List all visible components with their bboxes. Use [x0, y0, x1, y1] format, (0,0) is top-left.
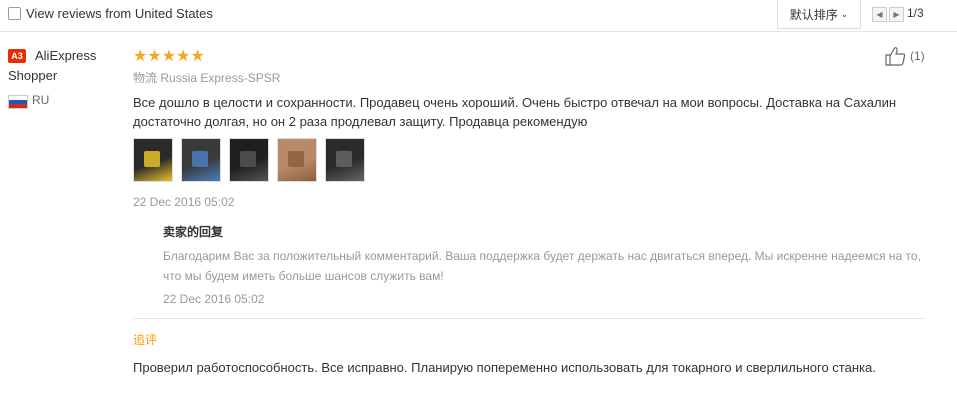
review-photo-thumbnail[interactable] [133, 138, 173, 182]
chevron-down-icon: ⌄ [840, 8, 849, 19]
review-date: 22 Dec 2016 05:02 [133, 195, 235, 209]
seller-reply-date: 22 Dec 2016 05:02 [163, 292, 265, 306]
review-text: Все дошло в целости и сохранности. Прода… [133, 95, 897, 129]
photo-detail [192, 151, 208, 167]
filter-checkbox[interactable] [8, 7, 21, 20]
review-photo-thumbnail[interactable] [325, 138, 365, 182]
followup-text: Проверил работоспособность. Все исправно… [133, 360, 876, 375]
logistics-label: 物流 [133, 71, 158, 85]
photo-detail [240, 151, 256, 167]
review-toolbar: View reviews from United States 默认排序 ⌄ ◀… [0, 0, 957, 32]
photo-detail [288, 151, 304, 167]
logistics-value: Russia Express-SPSR [160, 71, 281, 85]
review-photo-thumbnail[interactable] [277, 138, 317, 182]
review-photo-thumbnail[interactable] [181, 138, 221, 182]
sort-label: 默认排序 [789, 7, 838, 22]
next-page-button[interactable]: ▶ [889, 7, 904, 22]
page-indicator: 1/3 [907, 6, 924, 20]
sort-dropdown[interactable]: 默认排序 ⌄ [777, 0, 861, 29]
filter-label[interactable]: View reviews from United States [26, 6, 213, 21]
seller-reply-title: 卖家的回复 [163, 225, 224, 239]
russia-flag-icon [8, 95, 28, 109]
photo-detail [336, 151, 352, 167]
prev-page-button[interactable]: ◀ [872, 7, 887, 22]
reviewer-country: RU [32, 93, 50, 107]
helpful-button[interactable]: (1) [884, 46, 925, 66]
photo-detail [144, 151, 160, 167]
helpful-count: (1) [910, 49, 925, 63]
followup-title: 追评 [133, 333, 158, 347]
seller-reply-text: Благодарим Вас за положительный коммента… [163, 249, 921, 283]
review-photos [133, 138, 373, 182]
star-rating: ★★★★★ [133, 48, 205, 65]
divider [133, 318, 925, 319]
thumbs-up-icon [885, 47, 906, 66]
reviewer-level-badge: A3 [8, 49, 26, 63]
logistics-info: 物流 Russia Express-SPSR [133, 69, 280, 86]
review-photo-thumbnail[interactable] [229, 138, 269, 182]
